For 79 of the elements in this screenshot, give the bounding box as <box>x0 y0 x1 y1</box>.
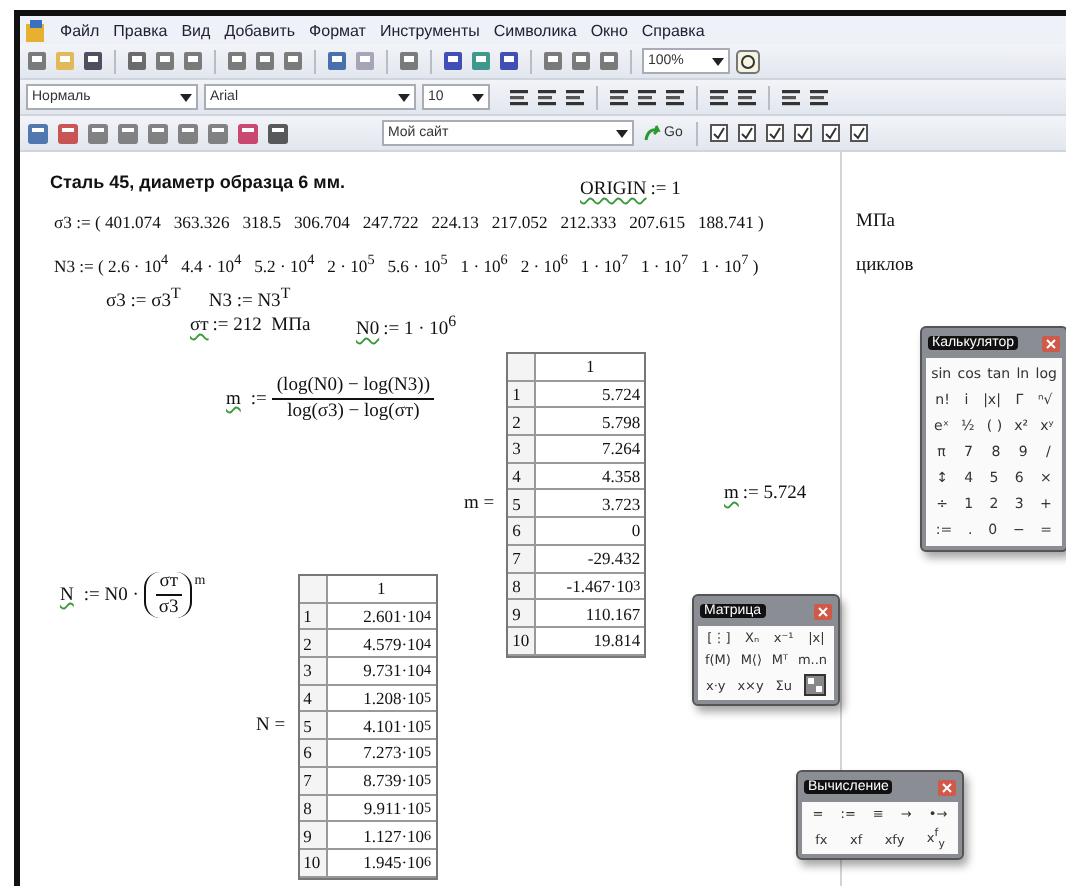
row-index: 9 <box>299 822 328 850</box>
corner-cell <box>508 354 537 382</box>
unit-label: циклов <box>856 256 914 276</box>
math-expression: := 1 · 10$^{6}$ <box>383 320 457 341</box>
table-cell: 4.358 <box>536 463 645 491</box>
fraction-denominator: log(σ3) − log(σт) <box>285 400 422 422</box>
row-index: 10 <box>299 849 328 878</box>
close-icon[interactable] <box>1042 335 1060 351</box>
menu-item[interactable]: Окно <box>590 21 628 39</box>
row-index: 8 <box>508 573 537 601</box>
result-label: m = <box>464 494 495 515</box>
caret-icon <box>180 93 192 101</box>
checkbox-icon[interactable] <box>708 122 731 144</box>
variable-name: N0 <box>356 320 380 341</box>
fraction-denominator: σ3 <box>156 596 181 618</box>
menu-item[interactable]: Символика <box>493 21 577 39</box>
row-index: 3 <box>508 436 537 464</box>
row-index: 5 <box>299 712 328 741</box>
row-index: 4 <box>508 463 537 491</box>
menu-item[interactable]: Формат <box>309 21 366 39</box>
math-expression: := 5.724 <box>742 484 807 504</box>
variable-name: ORIGIN <box>580 180 647 200</box>
row-index: 5 <box>508 490 537 519</box>
table-cell: 7.264 <box>536 436 645 464</box>
unit-label: МПа <box>856 212 896 232</box>
table-cell: 0 <box>536 518 645 546</box>
row-index: 7 <box>299 767 328 795</box>
row-index: 2 <box>299 630 328 659</box>
math-expression: := N0 · <box>83 585 139 605</box>
caret-icon <box>616 129 628 137</box>
row-index: 1 <box>508 381 537 409</box>
caret-icon <box>398 93 410 101</box>
grid-icon[interactable] <box>803 674 826 696</box>
arrow-icon <box>644 124 662 142</box>
table-cell: 110.167 <box>536 600 645 628</box>
table-cell: 19.814 <box>536 627 645 656</box>
row-index: 6 <box>299 740 328 768</box>
menu-item[interactable]: Добавить <box>224 21 296 39</box>
worksheet-title: Сталь 45, диаметр образца 6 мм. <box>50 172 345 192</box>
variable-name: m <box>226 389 241 409</box>
variable-name: N <box>60 585 74 605</box>
math-expression: N3 := ( 2.6 · 10$^{4}$ 4.4 · 10$^{4}$ 5.2 · 10$^{4}$ 2 · 10$^{5}$ 5.6 · 10$^{5}$ 1 · 10$^{6}$ 2 · 10$^{6}$ 1 · 10$^{7}$ 1 · 10$^{7}$ 1 · 10$^{7}$ ) <box>54 252 759 276</box>
table-cell: 5.798 <box>536 408 645 437</box>
app-logo-icon[interactable] <box>26 19 46 41</box>
row-index: 10 <box>508 627 537 656</box>
menu-item[interactable]: Инструменты <box>379 21 480 39</box>
menu-item[interactable]: Справка <box>641 21 705 39</box>
corner-cell <box>299 576 328 604</box>
row-index: 6 <box>508 518 537 546</box>
variable-name: σт <box>190 316 209 336</box>
fraction-numerator: σт <box>155 572 182 596</box>
row-index: 8 <box>299 795 328 823</box>
close-icon[interactable] <box>938 779 956 795</box>
math-expression: σ3 := σ3$^{T}$ <box>106 284 181 313</box>
table-cell: 5.724 <box>536 381 645 409</box>
row-index: 3 <box>299 658 328 686</box>
row-index: 4 <box>299 685 328 713</box>
table-cell: -29.432 <box>536 545 645 573</box>
math-expression: N3 := N3$^{T}$ <box>208 284 291 313</box>
caret-icon <box>472 93 484 101</box>
row-index: 7 <box>508 545 537 573</box>
assign-operator: := <box>250 389 267 409</box>
row-index: 9 <box>508 600 537 628</box>
table-cell: 3.723 <box>536 490 645 519</box>
row-index: 2 <box>508 408 537 437</box>
result-label: N = <box>256 716 286 737</box>
math-expression: := 212 МПа <box>212 316 311 336</box>
menu-item[interactable]: Вид <box>181 21 211 39</box>
fraction-numerator: (log(N0) − log(N3)) <box>272 376 434 400</box>
variable-name: m <box>724 484 739 504</box>
close-icon[interactable] <box>814 603 832 619</box>
column-header: 1 <box>327 576 436 604</box>
row-index: 1 <box>299 603 328 631</box>
menu-item[interactable]: Правка <box>113 21 168 39</box>
caret-icon <box>712 57 724 65</box>
column-header: 1 <box>536 354 645 382</box>
math-expression: σ3 := ( 401.074 363.326 318.5 306.704 247.722 224.13 217.052 212.333 207.615 188.741 ) <box>54 212 764 232</box>
menu-item[interactable]: Файл <box>60 21 100 39</box>
math-expression: := 1 <box>650 180 681 200</box>
